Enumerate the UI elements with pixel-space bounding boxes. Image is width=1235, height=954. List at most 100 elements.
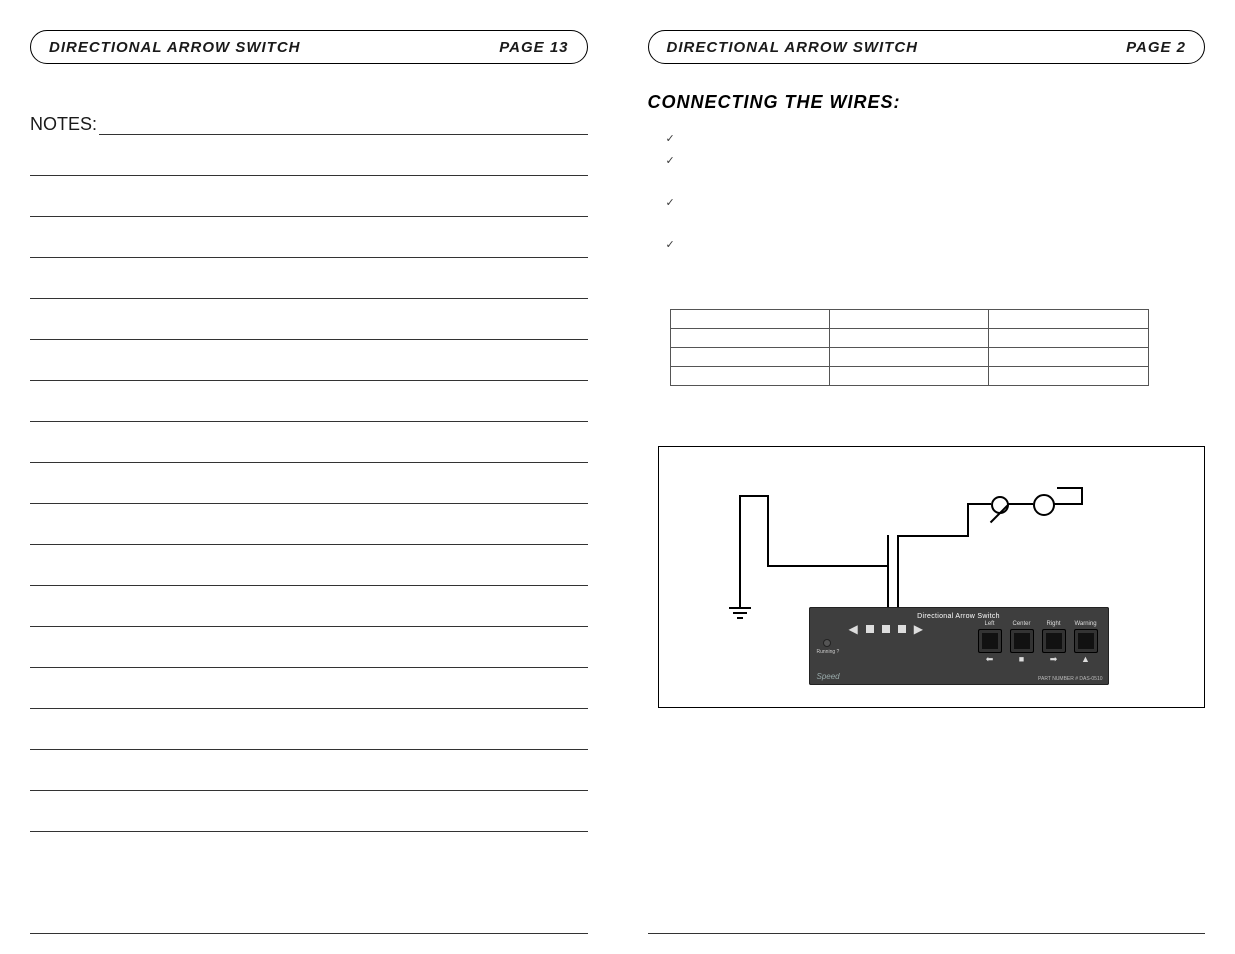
note-rule — [30, 709, 588, 750]
ground-icon — [737, 617, 743, 619]
button-label: Center — [1012, 621, 1030, 627]
note-rule — [30, 463, 588, 504]
arrow-right-icon: ▶ — [914, 625, 923, 633]
part-number: PART NUMBER # DAS-0510 — [1038, 676, 1102, 682]
footer-rule — [648, 933, 1206, 934]
table-row — [670, 329, 1148, 348]
power-label: Running ? — [817, 649, 840, 655]
checklist-item — [666, 131, 1206, 145]
note-rule — [30, 545, 588, 586]
checklist — [666, 131, 1206, 279]
button-icon — [978, 629, 1002, 653]
table-cell — [829, 367, 988, 386]
arrow-indicator-row: ◀ ▶ — [849, 625, 923, 633]
wire — [897, 535, 899, 607]
note-rule — [30, 135, 588, 176]
checklist-item — [666, 237, 1206, 271]
table-cell — [670, 329, 829, 348]
wire — [739, 495, 741, 607]
table-cell — [989, 310, 1149, 329]
note-rule — [30, 258, 588, 299]
ground-icon — [729, 607, 751, 609]
indicator-icon — [882, 625, 890, 633]
battery-icon — [1033, 494, 1055, 516]
note-rule — [30, 750, 588, 791]
wire — [739, 495, 769, 497]
wiring-diagram: Directional Arrow Switch Running ? Speed… — [658, 446, 1206, 708]
page-left: DIRECTIONAL ARROW SWITCH PAGE 13 NOTES: — [0, 0, 618, 954]
device-panel: Directional Arrow Switch Running ? Speed… — [809, 607, 1109, 685]
header-title: DIRECTIONAL ARROW SWITCH — [667, 39, 918, 56]
two-page-spread: DIRECTIONAL ARROW SWITCH PAGE 13 NOTES: — [0, 0, 1235, 954]
table-cell — [670, 310, 829, 329]
power-led-icon — [823, 639, 831, 647]
device-title: Directional Arrow Switch — [809, 613, 1109, 620]
button-row: Left ⬅ Center ■ Right ➡ — [977, 621, 1099, 664]
section-title: CONNECTING THE WIRES: — [648, 92, 1206, 113]
wire — [1007, 503, 1033, 505]
button-symbol: ⬅ — [986, 655, 994, 664]
note-rule — [30, 340, 588, 381]
table-cell — [670, 367, 829, 386]
button-icon — [1042, 629, 1066, 653]
notes-section: NOTES: — [30, 112, 588, 832]
note-rule — [30, 217, 588, 258]
note-rule — [30, 627, 588, 668]
wire — [1053, 503, 1083, 505]
table-row — [670, 367, 1148, 386]
table-cell — [670, 348, 829, 367]
wire — [767, 495, 769, 565]
wire — [897, 535, 967, 537]
indicator-icon — [866, 625, 874, 633]
table-cell — [829, 348, 988, 367]
button-warning: Warning ▲ — [1073, 621, 1099, 664]
note-rule — [30, 504, 588, 545]
button-label: Right — [1046, 621, 1060, 627]
notes-label: NOTES: — [30, 113, 99, 135]
table-cell — [989, 367, 1149, 386]
page-number: PAGE 2 — [1126, 39, 1186, 56]
note-rule — [30, 299, 588, 340]
note-rule — [30, 422, 588, 463]
wire — [967, 503, 991, 505]
wire — [767, 565, 889, 567]
button-icon — [1010, 629, 1034, 653]
checklist-item — [666, 153, 1206, 187]
button-symbol: ➡ — [1050, 655, 1058, 664]
page-right: DIRECTIONAL ARROW SWITCH PAGE 2 CONNECTI… — [618, 0, 1235, 954]
footer-rule — [30, 933, 588, 934]
button-symbol: ■ — [1019, 655, 1024, 664]
table-cell — [829, 329, 988, 348]
button-left: Left ⬅ — [977, 621, 1003, 664]
brand-label: Speed — [817, 672, 840, 681]
ground-icon — [733, 612, 747, 614]
button-center: Center ■ — [1009, 621, 1035, 664]
notes-first-line: NOTES: — [30, 112, 588, 135]
wire — [967, 503, 969, 537]
button-label: Warning — [1074, 621, 1096, 627]
table-row — [670, 310, 1148, 329]
note-rule — [30, 668, 588, 709]
wire — [887, 535, 889, 607]
header-title: DIRECTIONAL ARROW SWITCH — [49, 39, 300, 56]
note-rule — [30, 381, 588, 422]
page-number: PAGE 13 — [499, 39, 568, 56]
table-row — [670, 348, 1148, 367]
wire — [1057, 487, 1083, 489]
header-pill-left: DIRECTIONAL ARROW SWITCH PAGE 13 — [30, 30, 588, 64]
indicator-icon — [898, 625, 906, 633]
note-rule — [99, 112, 587, 135]
arrow-left-icon: ◀ — [849, 625, 858, 633]
table-cell — [829, 310, 988, 329]
note-rule — [30, 791, 588, 832]
button-right: Right ➡ — [1041, 621, 1067, 664]
button-icon — [1074, 629, 1098, 653]
table-cell — [989, 348, 1149, 367]
wire-table — [670, 309, 1149, 386]
note-rule — [30, 586, 588, 627]
checklist-item — [666, 195, 1206, 229]
wire — [1081, 487, 1083, 505]
note-rule — [30, 176, 588, 217]
button-label: Left — [984, 621, 994, 627]
table-cell — [989, 329, 1149, 348]
